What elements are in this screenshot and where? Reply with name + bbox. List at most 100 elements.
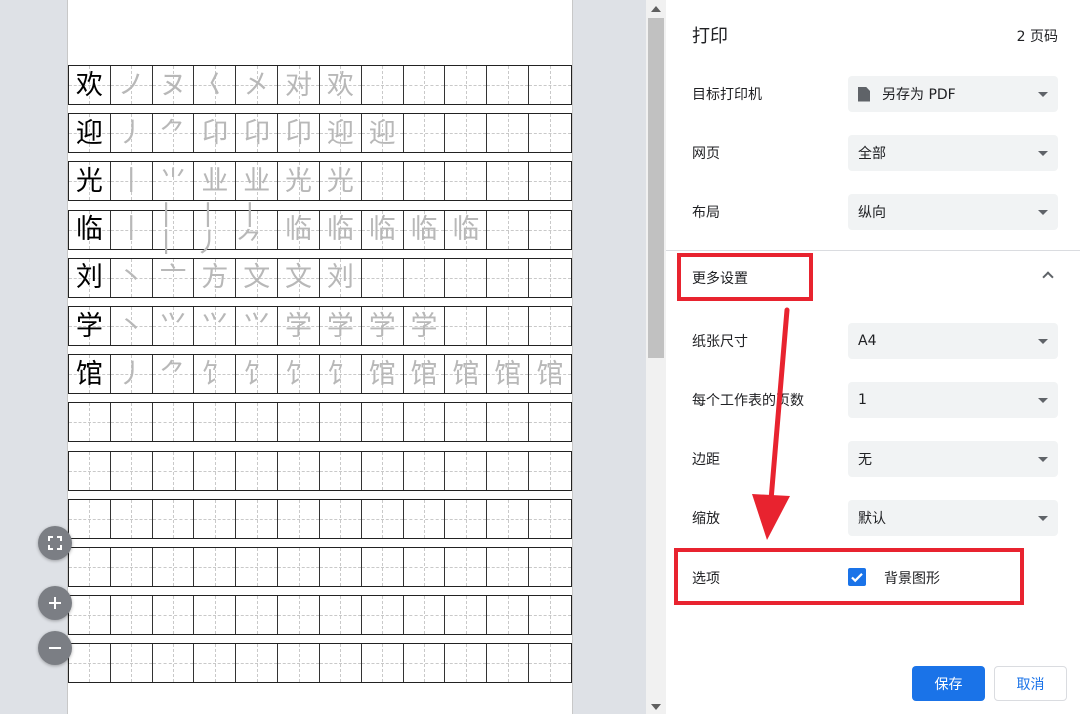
grid-cell [445, 66, 488, 104]
section-divider [666, 250, 1080, 251]
trace-character: 学 [285, 310, 313, 342]
grid-cell [403, 258, 446, 297]
grid-cell [361, 596, 404, 635]
grid-cell: 迎 [319, 114, 362, 153]
grid-cell [319, 499, 362, 538]
grid-row [68, 402, 572, 443]
grid-cell: 临 [69, 210, 111, 249]
grid-cell [529, 451, 571, 490]
trace-character: 馆 [494, 358, 522, 390]
grid-cell [361, 548, 404, 586]
pages-row: 网页 全部 [666, 133, 1080, 173]
scale-row: 缩放 默认 [666, 498, 1080, 538]
trace-character: 馆 [410, 358, 438, 390]
save-button[interactable]: 保存 [912, 666, 985, 701]
fit-page-icon [48, 536, 62, 550]
background-graphics-checkbox[interactable] [848, 568, 866, 586]
trace-character: 饣 [285, 358, 313, 390]
zoom-in-button[interactable] [38, 586, 72, 620]
destination-value: 另存为 PDF [882, 87, 956, 103]
grid-cell: 学 [403, 307, 446, 345]
grid-cell [445, 644, 488, 683]
grid-cell [403, 162, 446, 201]
trace-character: 馆 [368, 358, 396, 390]
grid-cell: 学 [319, 307, 362, 345]
chevron-down-icon [1038, 151, 1048, 156]
grid-cell [278, 403, 320, 442]
chevron-down-icon [1038, 92, 1048, 97]
grid-cell: 馆 [487, 355, 530, 394]
grid-cell [236, 596, 279, 635]
pages-per-sheet-select[interactable]: 1 [848, 382, 1058, 418]
grid-cell: ⺍ [152, 307, 195, 345]
grid-cell: 馆 [403, 355, 446, 394]
cancel-button[interactable]: 取消 [994, 666, 1067, 701]
more-settings-toggle[interactable]: 更多设置 [666, 256, 1080, 300]
grid-cell: 临 [403, 210, 446, 249]
grid-cell [487, 114, 530, 153]
trace-character: 𡿨 [201, 69, 229, 101]
grid-cell [194, 644, 237, 683]
grid-cell: 欢 [69, 66, 111, 104]
trace-character: 卬 [243, 117, 271, 149]
trace-character: 丨 [117, 214, 145, 246]
scrollbar-thumb[interactable] [648, 18, 664, 358]
grid-row: 学丶⺍⺍⺍学学学学 [68, 306, 572, 346]
grid-cell: 丿 [110, 355, 153, 394]
grid-row [68, 450, 572, 491]
grid-cell: 丨 [110, 162, 153, 201]
options-label: 选项 [692, 571, 720, 587]
chevron-down-icon [1038, 457, 1048, 462]
layout-label: 布局 [692, 205, 720, 221]
fit-to-page-button[interactable] [38, 526, 72, 560]
scale-select[interactable]: 默认 [848, 500, 1058, 536]
grid-cell [529, 162, 571, 201]
layout-select[interactable]: 纵向 [848, 194, 1058, 230]
grid-cell: 馆 [445, 355, 488, 394]
grid-cell: 卬 [194, 114, 237, 153]
trace-character: 迎 [326, 117, 354, 149]
grid-cell [110, 403, 153, 442]
checkmark-icon [851, 573, 863, 583]
destination-select[interactable]: 另存为 PDF [848, 76, 1058, 112]
layout-row: 布局 纵向 [666, 192, 1080, 232]
trace-character: ⺌ [159, 165, 187, 197]
grid-cell [278, 596, 320, 635]
grid-cell: 光 [278, 162, 320, 201]
grid-cell [445, 258, 488, 297]
trace-character: 文 [285, 262, 313, 294]
grid-cell: 文 [236, 258, 279, 297]
grid-cell: 饣 [319, 355, 362, 394]
trace-character: 临 [326, 214, 354, 246]
pages-select[interactable]: 全部 [848, 135, 1058, 171]
grid-cell: 刘 [69, 258, 111, 297]
trace-character: 丨丨 [152, 200, 180, 259]
zoom-out-button[interactable] [38, 631, 72, 665]
grid-cell [487, 403, 530, 442]
grid-cell [69, 548, 111, 586]
model-character: 馆 [75, 358, 103, 390]
grid-cell [319, 548, 362, 586]
background-graphics-label[interactable]: 背景图形 [884, 568, 940, 588]
trace-character: 㐅 [243, 69, 271, 101]
scale-value: 默认 [858, 511, 886, 527]
grid-cell [487, 210, 530, 249]
paper-size-select[interactable]: A4 [848, 323, 1058, 359]
preview-scrollbar[interactable] [646, 0, 666, 714]
model-character: 临 [75, 214, 103, 246]
grid-cell: 𡿨 [194, 66, 237, 104]
grid-cell: 丨⺈ [236, 203, 279, 257]
grid-cell [487, 307, 530, 345]
grid-cell: 临 [445, 210, 488, 249]
grid-cell: 丨 [110, 210, 153, 249]
grid-cell: 迎 [69, 114, 111, 153]
grid-cell [69, 451, 111, 490]
trace-character: ⺈ [159, 117, 187, 149]
scroll-up-arrow-icon[interactable] [651, 6, 661, 12]
grid-cell [319, 596, 362, 635]
grid-cell: 饣 [194, 355, 237, 394]
grid-cell [278, 451, 320, 490]
scroll-down-arrow-icon[interactable] [651, 704, 661, 710]
model-character: 学 [75, 310, 103, 342]
margins-select[interactable]: 无 [848, 441, 1058, 477]
